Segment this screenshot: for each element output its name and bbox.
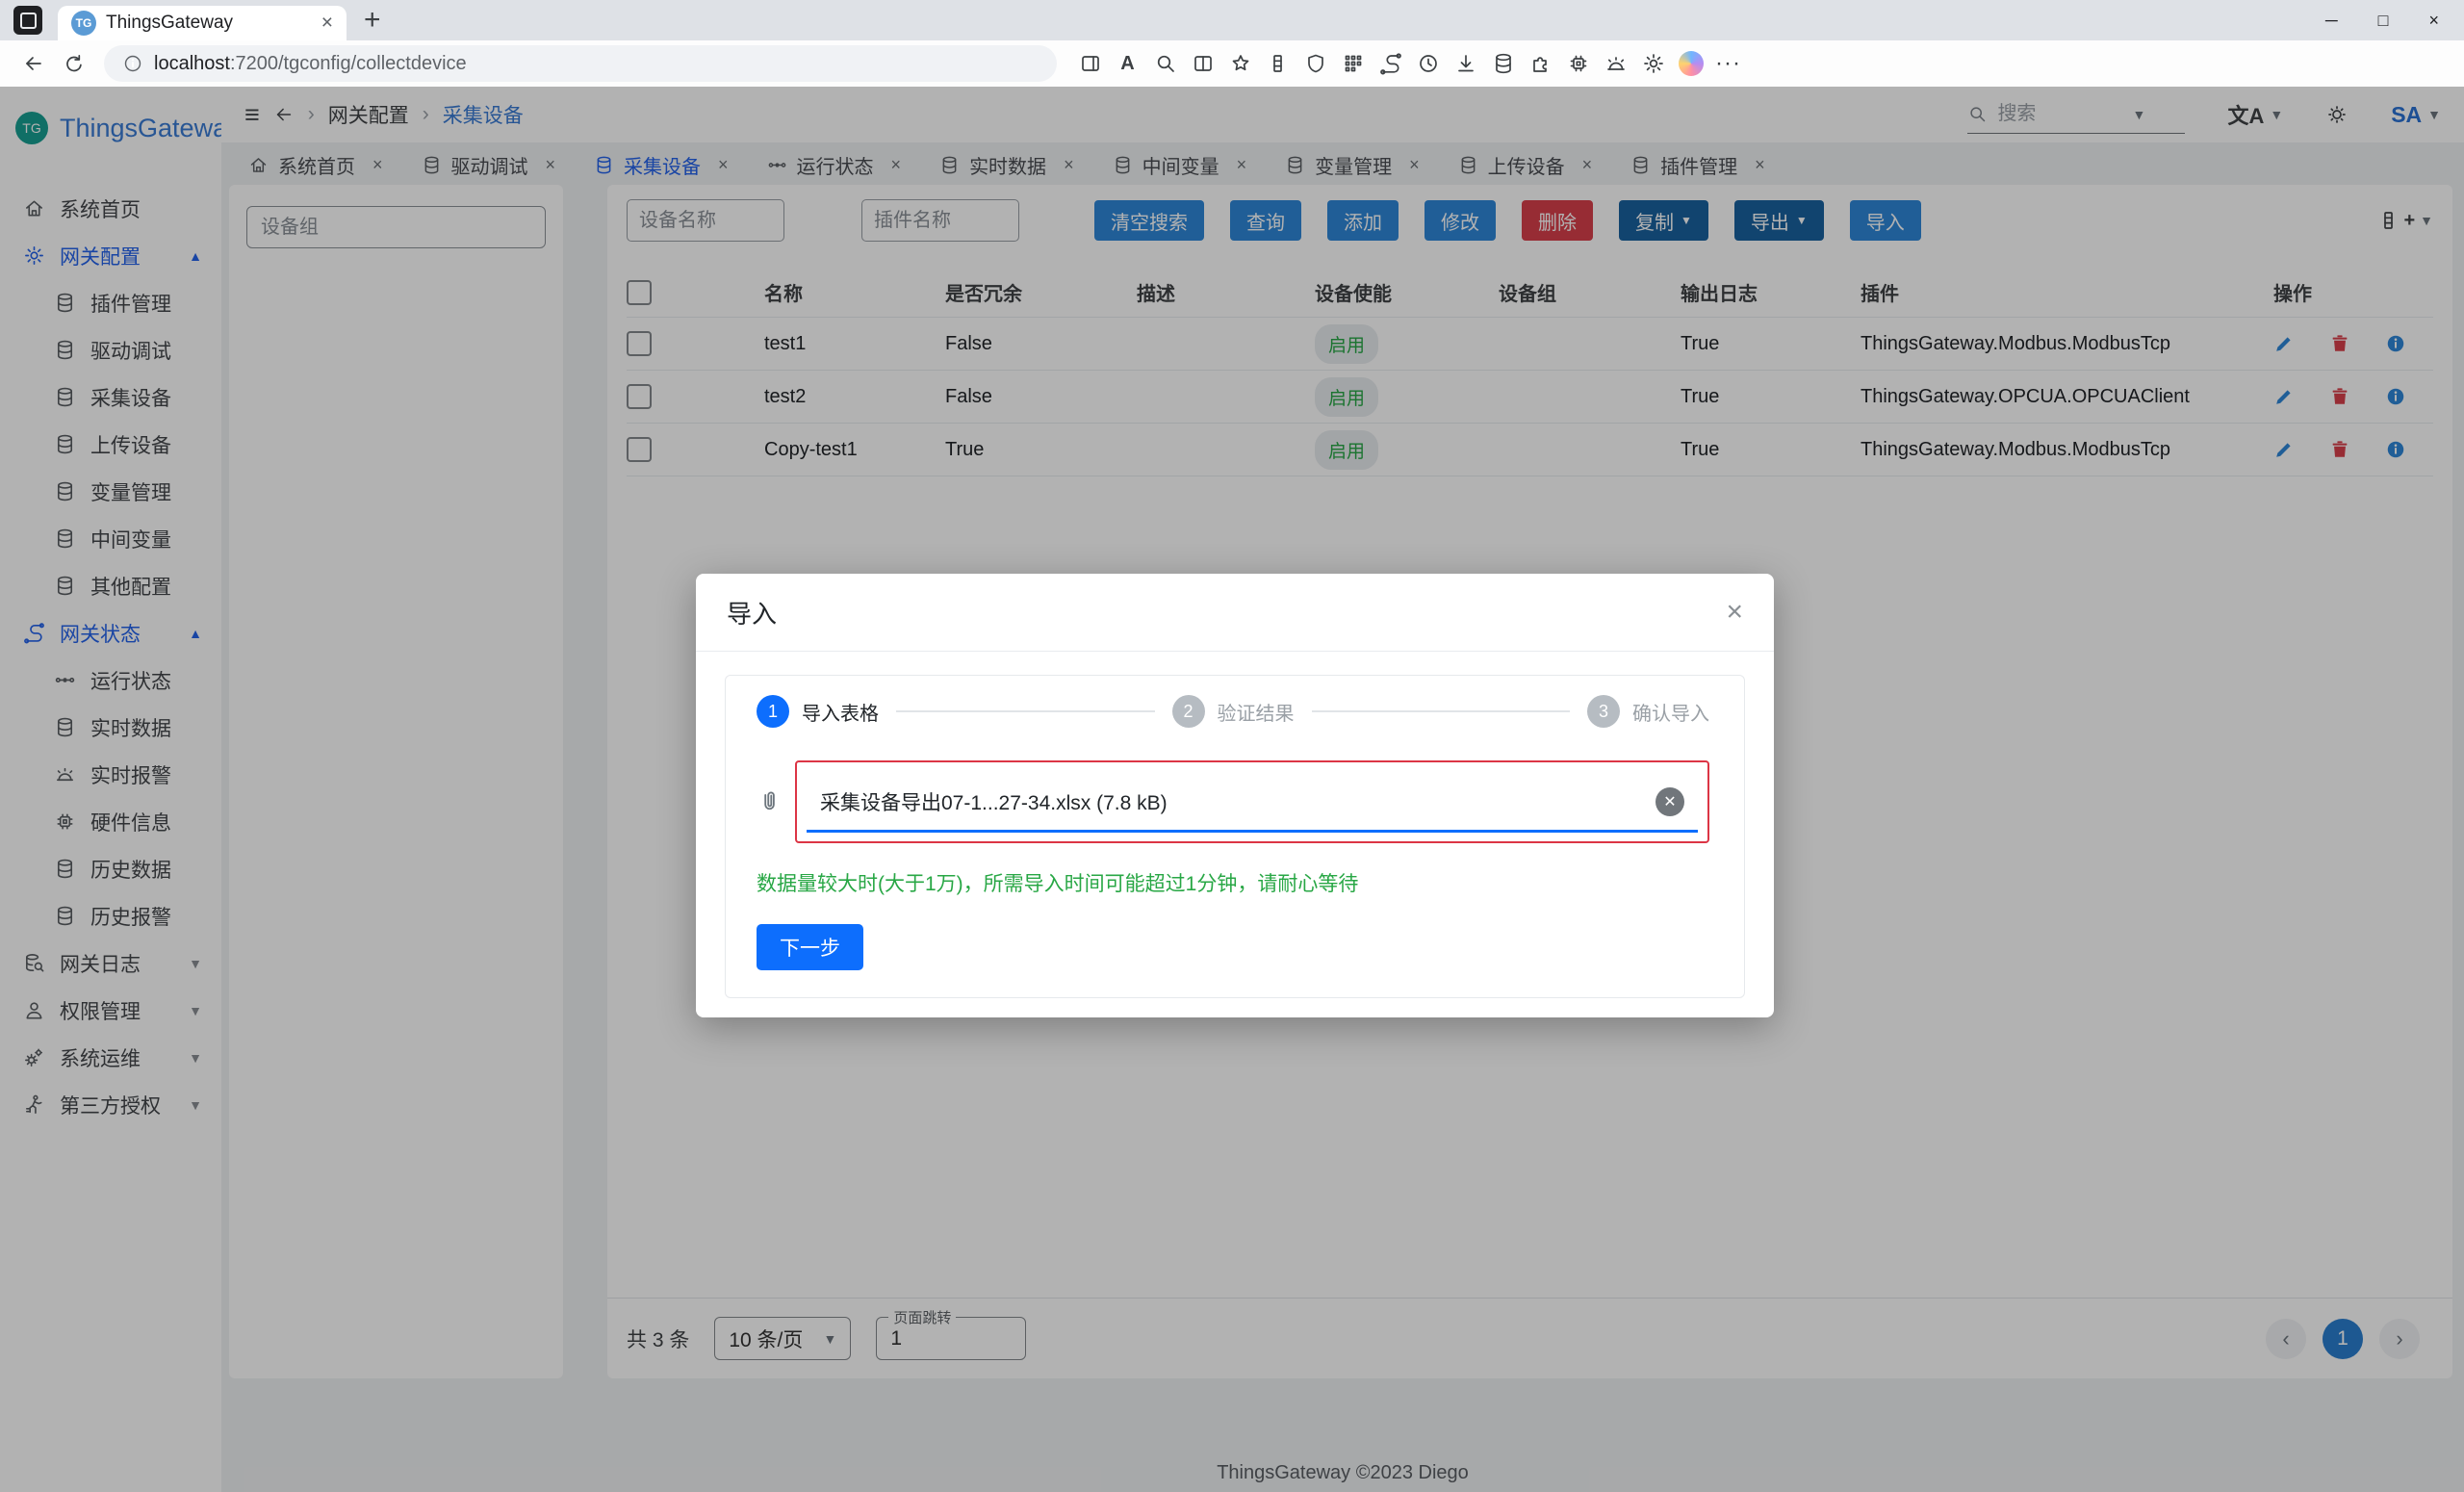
read-aloud-icon[interactable]: A bbox=[1110, 43, 1145, 84]
step-import-table: 1 导入表格 bbox=[757, 695, 879, 728]
extensions-icon[interactable] bbox=[1523, 43, 1558, 84]
browser-toolbar: localhost:7200/tgconfig/collectdevice A … bbox=[0, 40, 2464, 87]
apps-icon[interactable] bbox=[1335, 43, 1371, 84]
new-tab-button[interactable]: + bbox=[364, 6, 381, 35]
file-upload-field[interactable]: 采集设备导出07-1...27-34.xlsx (7.8 kB) ✕ bbox=[795, 760, 1709, 843]
step-number: 3 bbox=[1587, 695, 1620, 728]
tab-actions-menu-icon[interactable] bbox=[13, 6, 42, 35]
dialog-title: 导入 bbox=[727, 595, 777, 630]
extension-icon-2[interactable] bbox=[1485, 43, 1521, 84]
copilot-icon[interactable] bbox=[1673, 43, 1708, 84]
step-validate-result: 2 验证结果 bbox=[1172, 695, 1295, 728]
clear-file-icon[interactable]: ✕ bbox=[1656, 787, 1684, 816]
import-hint-text: 数据量较大时(大于1万)，所需导入时间可能超过1分钟，请耐心等待 bbox=[757, 868, 1709, 897]
paperclip-icon[interactable] bbox=[757, 789, 782, 814]
collections-icon[interactable] bbox=[1260, 43, 1296, 84]
downloads-icon[interactable] bbox=[1448, 43, 1483, 84]
sidebar-panel-icon[interactable] bbox=[1072, 43, 1108, 84]
browser-tab-strip: TG ThingsGateway × + ─ □ × bbox=[0, 0, 2464, 40]
step-connector bbox=[896, 710, 1155, 712]
browser-essentials-icon[interactable] bbox=[1598, 43, 1633, 84]
app-page: TG ThingsGateway 系统首页 网关配置▲ 插件管理 驱动调试 采集… bbox=[0, 87, 2464, 1492]
url-path: :7200/tgconfig/collectdevice bbox=[230, 53, 467, 74]
browser-back-icon[interactable] bbox=[13, 43, 54, 84]
selected-file-name: 采集设备导出07-1...27-34.xlsx (7.8 kB) bbox=[820, 787, 1656, 816]
zoom-icon[interactable] bbox=[1147, 43, 1183, 84]
next-step-button[interactable]: 下一步 bbox=[757, 924, 863, 970]
extension-icon-4[interactable] bbox=[1635, 43, 1671, 84]
url-host: localhost bbox=[154, 53, 230, 74]
address-bar[interactable]: localhost:7200/tgconfig/collectdevice bbox=[104, 45, 1057, 82]
window-close-icon[interactable]: × bbox=[2428, 11, 2439, 31]
extension-icon-1[interactable] bbox=[1373, 43, 1408, 84]
split-screen-icon[interactable] bbox=[1185, 43, 1220, 84]
import-stepper: 1 导入表格 2 验证结果 3 确认导入 bbox=[757, 695, 1709, 728]
step-number: 1 bbox=[757, 695, 789, 728]
import-step-card: 1 导入表格 2 验证结果 3 确认导入 bbox=[725, 675, 1745, 998]
tab-close-icon[interactable]: × bbox=[321, 12, 333, 35]
browser-settings-icon[interactable]: ··· bbox=[1710, 43, 1746, 84]
import-dialog: 导入 × 1 导入表格 2 验证结果 3 bbox=[696, 574, 1774, 1017]
password-manager-icon[interactable] bbox=[1297, 43, 1333, 84]
input-focus-underline bbox=[807, 830, 1698, 833]
favicon: TG bbox=[71, 11, 96, 36]
browser-refresh-icon[interactable] bbox=[54, 43, 94, 84]
browser-chrome: TG ThingsGateway × + ─ □ × localhost:720… bbox=[0, 0, 2464, 87]
step-number: 2 bbox=[1172, 695, 1205, 728]
browser-tab[interactable]: TG ThingsGateway × bbox=[58, 6, 346, 40]
site-info-icon[interactable] bbox=[123, 54, 142, 73]
extension-icon-3[interactable] bbox=[1560, 43, 1596, 84]
window-minimize-icon[interactable]: ─ bbox=[2325, 11, 2338, 31]
step-confirm-import: 3 确认导入 bbox=[1587, 695, 1709, 728]
step-connector bbox=[1312, 710, 1571, 712]
dialog-close-icon[interactable]: × bbox=[1726, 598, 1743, 627]
browser-tab-title: ThingsGateway bbox=[106, 13, 312, 34]
history-icon[interactable] bbox=[1410, 43, 1446, 84]
favorites-icon[interactable] bbox=[1222, 43, 1258, 84]
window-maximize-icon[interactable]: □ bbox=[2378, 11, 2389, 31]
